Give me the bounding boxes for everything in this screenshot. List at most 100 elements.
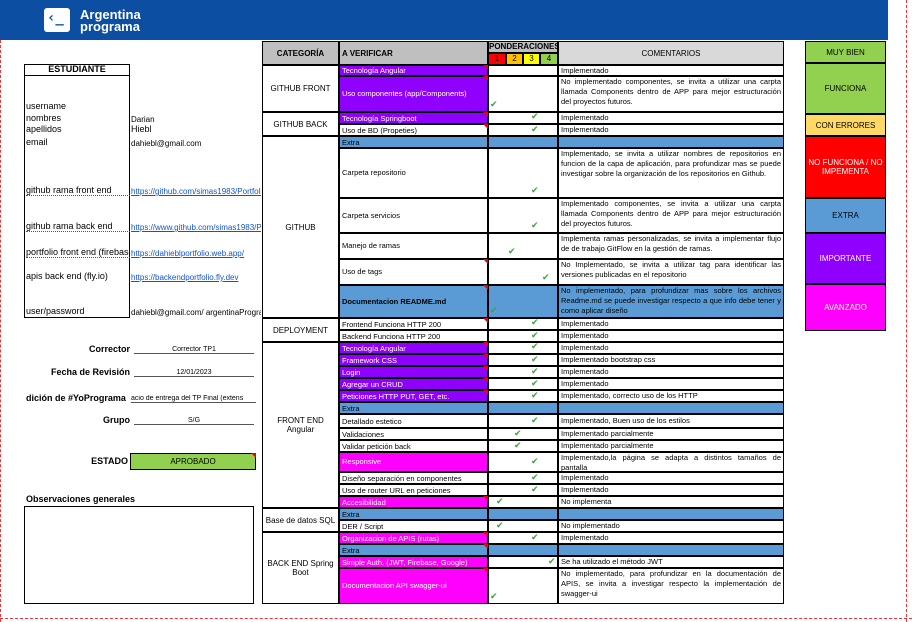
ponderacion-cell[interactable] [488,452,558,472]
estado-badge: APROBADO [130,453,256,470]
category-github-front: GITHUB FRONT [262,65,339,112]
brand-name-line2: programa [80,19,140,34]
criterion-label: Peticiones HTTP PUT, GET, etc. [339,390,488,402]
check-icon: ✔ [531,391,539,401]
link-github-back[interactable]: https://www.github.com/simas1983/Portfol… [131,223,261,232]
ponderacion-cell[interactable] [488,440,558,452]
criterion-label: Diseño separación en componentes [339,472,488,484]
field-label-apis-back: apis back end (fly.io) [26,271,108,281]
observaciones-label: Observaciones generales [26,494,136,504]
ponderacion-cell[interactable] [488,233,558,259]
header-comentarios: COMENTARIOS [558,41,784,65]
comment-cell: No implementado, para profundizar en la … [558,568,784,604]
criterion-label: Tecnología Angular [339,65,488,76]
comment-cell: Implementado [558,366,784,378]
check-icon: ✔ [548,557,556,567]
criterion-label: Agregar un CRUD [339,378,488,390]
field-label-user-password: user/password [26,306,85,316]
field-label-nombres: nombres [26,113,62,123]
ponderacion-cell[interactable] [488,544,558,556]
link-github-front[interactable]: https://github.com/simas1983/Portfolio [131,187,261,196]
comment-cell: Implementado, correcto uso de los HTTP [558,390,784,402]
pond-3: 3 [523,53,540,65]
header-verificar: A VERIFICAR [339,41,488,65]
page-border-bottom [0,618,912,619]
ponderacion-cell[interactable] [488,390,558,402]
grupo-value: S/G [134,417,254,425]
ponderacion-cell[interactable] [488,318,558,330]
ponderacion-cell[interactable] [488,342,558,354]
pond-1: 1 [488,53,506,65]
edicion-label: dición de #YoPrograma [26,393,126,403]
field-value-nombres: Darian [131,115,155,124]
ponderacion-cell[interactable] [488,148,558,198]
criterion-label: Login [339,366,488,378]
legend-avanzado: AVANZADO [805,284,886,331]
legend-extra: EXTRA [805,198,886,233]
brand-logo-icon: ‹_ [44,8,70,32]
link-portfolio-front[interactable]: https://dahieblportfolio.web.app/ [131,249,261,258]
check-icon: ✔ [531,342,539,352]
criterion-label: Frontend Funciona HTTP 200 [339,318,488,330]
comment-cell: No Implementado, se invita a utilizar ta… [558,259,784,285]
ponderacion-cell[interactable] [488,136,558,148]
category-backend: BACK END Spring Boot [262,532,339,604]
ponderacion-cell[interactable] [488,378,558,390]
comment-cell: Implementado bootstrap css [558,354,784,366]
student-title: ESTUDIANTE [24,64,130,76]
legend-muy-bien: MUY BIEN [805,41,886,63]
comment-cell: No implementa [558,496,784,508]
ponderacion-cell[interactable] [488,402,558,414]
comment-cell: Implementado [558,112,784,124]
ponderacion-cell[interactable] [488,76,558,112]
criterion-label: Backend Funciona HTTP 200 [339,330,488,342]
category-github: GITHUB [262,136,339,318]
field-label-username: username [26,101,67,111]
check-icon: ✔ [490,592,498,602]
ponderacion-cell[interactable] [488,508,558,520]
category-github-back: GITHUB BACK [262,112,339,136]
comment-cell: Implementado componentes, se invita a ut… [558,198,784,233]
comment-cell: No implementado componentes, se invita a… [558,76,784,112]
ponderacion-cell[interactable] [488,532,558,544]
comment-cell: Implementado [558,342,784,354]
ponderacion-cell[interactable] [488,285,558,318]
field-label-portfolio-front: portfolio front end (firebase) [26,247,130,258]
criterion-label: Responsive [339,452,488,472]
ponderacion-cell[interactable] [488,330,558,342]
ponderacion-cell[interactable] [488,112,558,124]
field-label-email: email [26,137,48,147]
ponderacion-cell[interactable] [488,484,558,496]
ponderacion-cell[interactable] [488,414,558,428]
legend-funciona: FUNCIONA [805,63,886,114]
header-ponderaciones: PONDERACIONES [488,41,560,53]
ponderacion-cell[interactable] [488,366,558,378]
criterion-label: Organizacion de APIS (rutas) [339,532,488,544]
comment-cell: No implementado, para profundizar mas so… [558,285,784,318]
ponderacion-cell[interactable] [488,472,558,484]
check-icon: ✔ [542,273,550,283]
comment-cell [558,508,784,520]
page-border-right [906,0,907,622]
grupo-label: Grupo [103,415,130,425]
criterion-label: Detallado estetico [339,414,488,428]
comment-cell: Implementado, se invita a utilizar nombr… [558,148,784,198]
comment-cell: Implementado [558,124,784,136]
comment-cell: Implementado,la página se adapta a disti… [558,452,784,472]
category-deployment: DEPLOYMENT [262,318,339,342]
comment-cell: Implementado [558,378,784,390]
ponderacion-cell[interactable] [488,354,558,366]
field-label-github-back: github rama back end [26,221,130,232]
criterion-label: Uso de tags [339,259,488,285]
check-icon: ✔ [496,521,504,531]
link-apis-back[interactable]: https://backendportfolio.fly.dev [131,273,261,282]
observaciones-box[interactable] [24,506,254,604]
ponderacion-cell[interactable] [488,198,558,233]
comment-cell: Implementado [558,472,784,484]
ponderacion-cell[interactable] [488,65,558,76]
ponderacion-cell[interactable] [488,568,558,604]
check-icon: ✔ [531,416,539,426]
ponderacion-cell[interactable] [488,428,558,440]
ponderacion-cell[interactable] [488,124,558,136]
category-frontend: FRONT END Angular [262,342,339,508]
